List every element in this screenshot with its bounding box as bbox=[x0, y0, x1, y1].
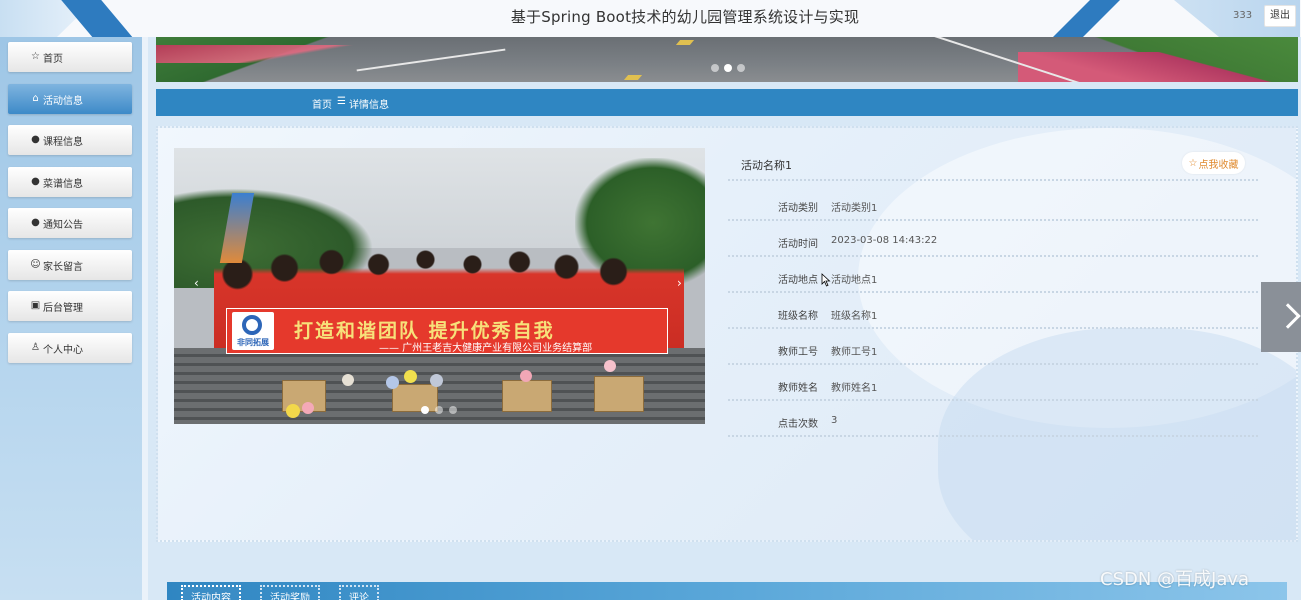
mouse-cursor-icon bbox=[821, 273, 831, 287]
divider bbox=[728, 291, 1258, 293]
divider bbox=[728, 363, 1258, 365]
chevron-right-icon bbox=[1275, 303, 1301, 329]
sidebar-item-activities[interactable]: ⌂ 活动信息 bbox=[8, 84, 132, 114]
field-value: 2023-03-08 14:43:22 bbox=[831, 235, 938, 246]
divider bbox=[728, 327, 1258, 329]
company-logo: 非同拓展 bbox=[232, 312, 274, 350]
field-value: 活动类别1 bbox=[831, 203, 878, 214]
question-circle-icon: ● bbox=[31, 176, 40, 187]
field-label: 活动地点 bbox=[778, 275, 818, 286]
sidebar-item-profile[interactable]: ♙ 个人中心 bbox=[8, 333, 132, 363]
sidebar-item-label: 通知公告 bbox=[43, 219, 83, 231]
activity-title: 活动名称1 bbox=[741, 159, 792, 172]
divider bbox=[728, 435, 1258, 437]
next-page-button[interactable] bbox=[1261, 282, 1301, 352]
sidebar-item-home[interactable]: ☆ 首页 bbox=[8, 42, 132, 72]
field-value: 3 bbox=[831, 415, 838, 426]
smile-icon: ☺ bbox=[30, 259, 41, 270]
field-label: 班级名称 bbox=[778, 311, 818, 322]
sidebar-item-label: 个人中心 bbox=[43, 344, 83, 356]
divider bbox=[728, 179, 1258, 181]
sidebar-item-courses[interactable]: ● 课程信息 bbox=[8, 125, 132, 155]
sidebar-item-label: 后台管理 bbox=[43, 302, 83, 314]
tab-comments[interactable]: 评论 bbox=[339, 585, 379, 600]
field-value: 活动地点1 bbox=[831, 275, 878, 286]
info-circle-icon: ● bbox=[31, 134, 40, 145]
field-value: 班级名称1 bbox=[831, 311, 878, 322]
home-icon: ⌂ bbox=[32, 93, 39, 104]
watermark: CSDN @百成Java bbox=[1100, 569, 1250, 590]
user-icon: ♙ bbox=[31, 342, 40, 353]
banner-dot[interactable] bbox=[711, 64, 719, 72]
banner-dot-active[interactable] bbox=[724, 64, 732, 72]
sidebar-item-label: 首页 bbox=[43, 53, 63, 65]
photo-prev-arrow-icon[interactable]: ‹ bbox=[194, 276, 199, 290]
star-outline-icon: ☆ bbox=[31, 51, 40, 62]
photo-dot-active[interactable] bbox=[421, 406, 429, 414]
favorite-button[interactable]: ☆ 点我收藏 bbox=[1182, 152, 1245, 174]
field-label: 教师姓名 bbox=[778, 383, 818, 394]
sidebar-item-recipes[interactable]: ● 菜谱信息 bbox=[8, 167, 132, 197]
sidebar-item-label: 课程信息 bbox=[43, 136, 83, 148]
sidebar-item-messages[interactable]: ☺ 家长留言 bbox=[8, 250, 132, 280]
page-title: 基于Spring Boot技术的幼儿园管理系统设计与实现 bbox=[510, 8, 860, 26]
photo-pagination bbox=[421, 406, 457, 414]
field-label: 点击次数 bbox=[778, 419, 818, 430]
photo-dot[interactable] bbox=[449, 406, 457, 414]
breadcrumb-home-link[interactable]: 首页 bbox=[312, 96, 332, 111]
briefcase-icon: ▣ bbox=[30, 300, 41, 311]
sidebar-item-label: 家长留言 bbox=[43, 261, 83, 273]
field-label: 教师工号 bbox=[778, 347, 818, 358]
banner-dot[interactable] bbox=[737, 64, 745, 72]
favorite-label: 点我收藏 bbox=[1198, 159, 1239, 171]
photo-dot[interactable] bbox=[435, 406, 443, 414]
divider bbox=[728, 255, 1258, 257]
field-value: 教师姓名1 bbox=[831, 383, 878, 394]
app-header: 基于Spring Boot技术的幼儿园管理系统设计与实现 333 退出 bbox=[0, 0, 1301, 37]
tab-activity-rewards[interactable]: 活动奖励 bbox=[260, 585, 320, 600]
sidebar-item-label: 菜谱信息 bbox=[43, 178, 83, 190]
tab-activity-content[interactable]: 活动内容 bbox=[181, 585, 241, 600]
username: 333 bbox=[1233, 10, 1253, 21]
sidebar-item-admin[interactable]: ▣ 后台管理 bbox=[8, 291, 132, 321]
divider bbox=[728, 399, 1258, 401]
photo-next-arrow-icon[interactable]: › bbox=[677, 276, 682, 290]
compass-icon: ● bbox=[31, 217, 40, 228]
star-outline-icon: ☆ bbox=[1188, 157, 1198, 169]
logout-button[interactable]: 退出 bbox=[1264, 5, 1296, 27]
divider bbox=[728, 219, 1258, 221]
banner-pagination bbox=[711, 64, 745, 72]
photo-banner-subtext: —— 广州王老吉大健康产业有限公司业务结算部 bbox=[379, 343, 593, 354]
breadcrumb-current: 详情信息 bbox=[349, 100, 389, 111]
field-value: 教师工号1 bbox=[831, 347, 878, 358]
top-banner-carousel bbox=[156, 37, 1298, 82]
activity-photo-carousel: 非同拓展 打造和谐团队 提升优秀自我 —— 广州王老吉大健康产业有限公司业务结算… bbox=[174, 148, 705, 424]
field-label: 活动时间 bbox=[778, 239, 818, 250]
breadcrumb: 首页 ☰ 详情信息 bbox=[156, 89, 1298, 116]
sidebar-item-label: 活动信息 bbox=[43, 95, 83, 107]
breadcrumb-separator-icon: ☰ bbox=[337, 96, 346, 107]
sidebar-item-notices[interactable]: ● 通知公告 bbox=[8, 208, 132, 238]
field-label: 活动类别 bbox=[778, 203, 818, 214]
